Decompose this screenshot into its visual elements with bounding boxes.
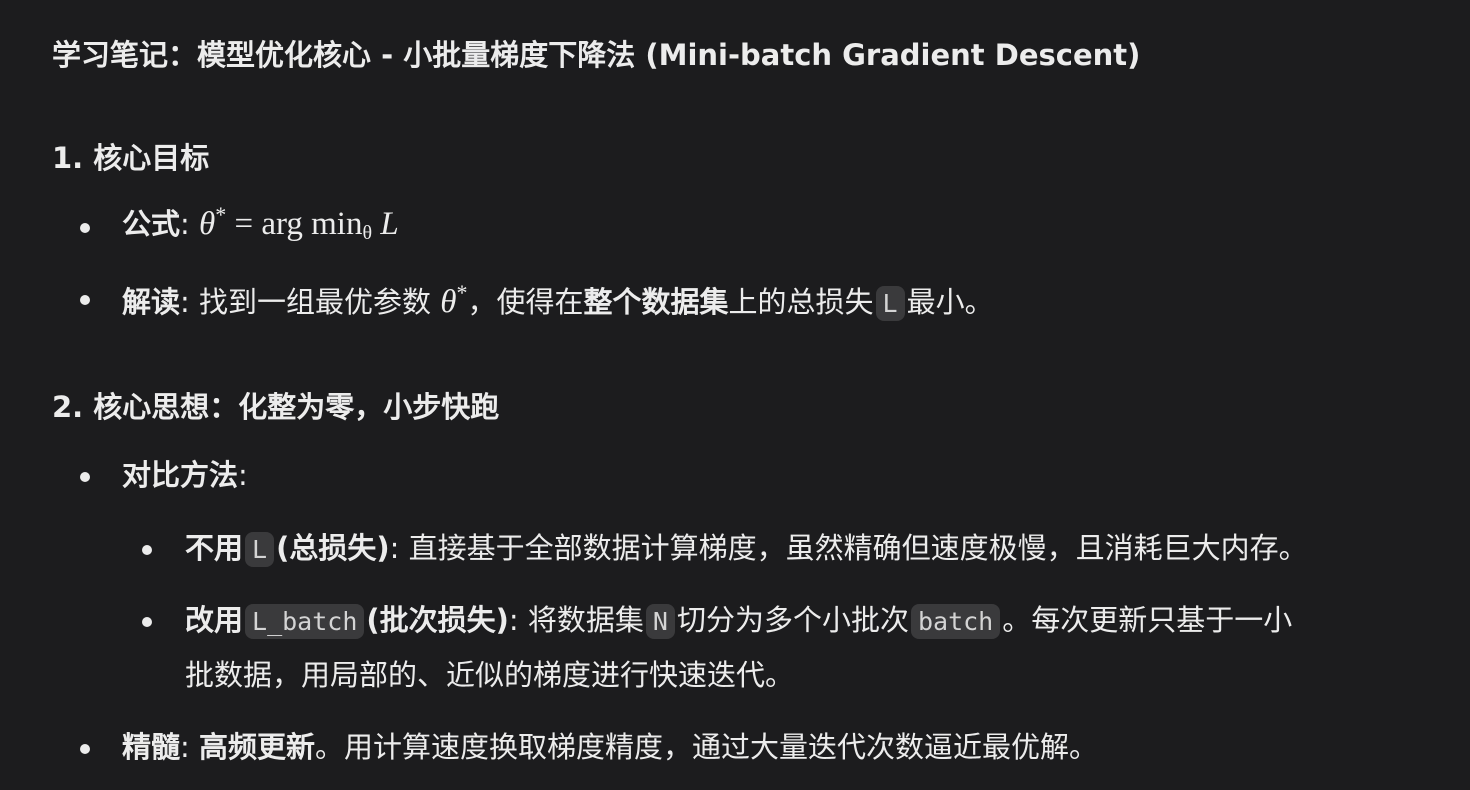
- inline-code: L: [875, 286, 905, 321]
- theta-star: θ*: [440, 280, 468, 320]
- interpretation-item: 解读: 找到一组最优参数 θ*，使得在整个数据集上的总损失 L 最小。: [122, 280, 994, 321]
- inline-code: N: [645, 604, 675, 639]
- interpretation-label: 解读: [122, 285, 181, 319]
- inline-code: L_batch: [245, 604, 365, 639]
- notes-page: 学习笔记：模型优化核心 - 小批量梯度下降法 (Mini-batch Gradi…: [0, 0, 1470, 790]
- inline-code: L: [245, 532, 275, 567]
- use-item-continued: 批数据，用局部的、近似的梯度进行快速迭代。: [185, 658, 795, 692]
- bullet: [80, 744, 90, 754]
- bullet: [142, 617, 152, 627]
- bullet: [80, 472, 90, 482]
- inline-code: batch: [910, 604, 1001, 639]
- section-2-heading: 2. 核心思想：化整为零，小步快跑: [52, 390, 500, 424]
- bullet: [80, 295, 90, 305]
- bullet: [142, 545, 152, 555]
- use-item: 改用 L_batch (批次损失): 将数据集 N 切分为多个小批次 batch 。每次更新…: [185, 603, 1293, 639]
- bullet: [80, 223, 90, 233]
- no-use-item: 不用 L (总损失): 直接基于全部数据计算梯度，虽然精确但速度极慢，且消耗巨大内存…: [185, 531, 1308, 567]
- formula-label: 公式: [122, 207, 181, 241]
- section-1-heading: 1. 核心目标: [52, 141, 210, 175]
- page-title: 学习笔记：模型优化核心 - 小批量梯度下降法 (Mini-batch Gradi…: [52, 38, 1141, 72]
- compare-item: 对比方法:: [122, 458, 248, 492]
- formula-item: 公式: θ* = arg minθ L: [122, 202, 399, 244]
- essence-item: 精髓: 高频更新。用计算速度换取梯度精度，通过大量迭代次数逼近最优解。: [122, 730, 1099, 764]
- objective-formula: θ* = arg minθ L: [199, 202, 399, 244]
